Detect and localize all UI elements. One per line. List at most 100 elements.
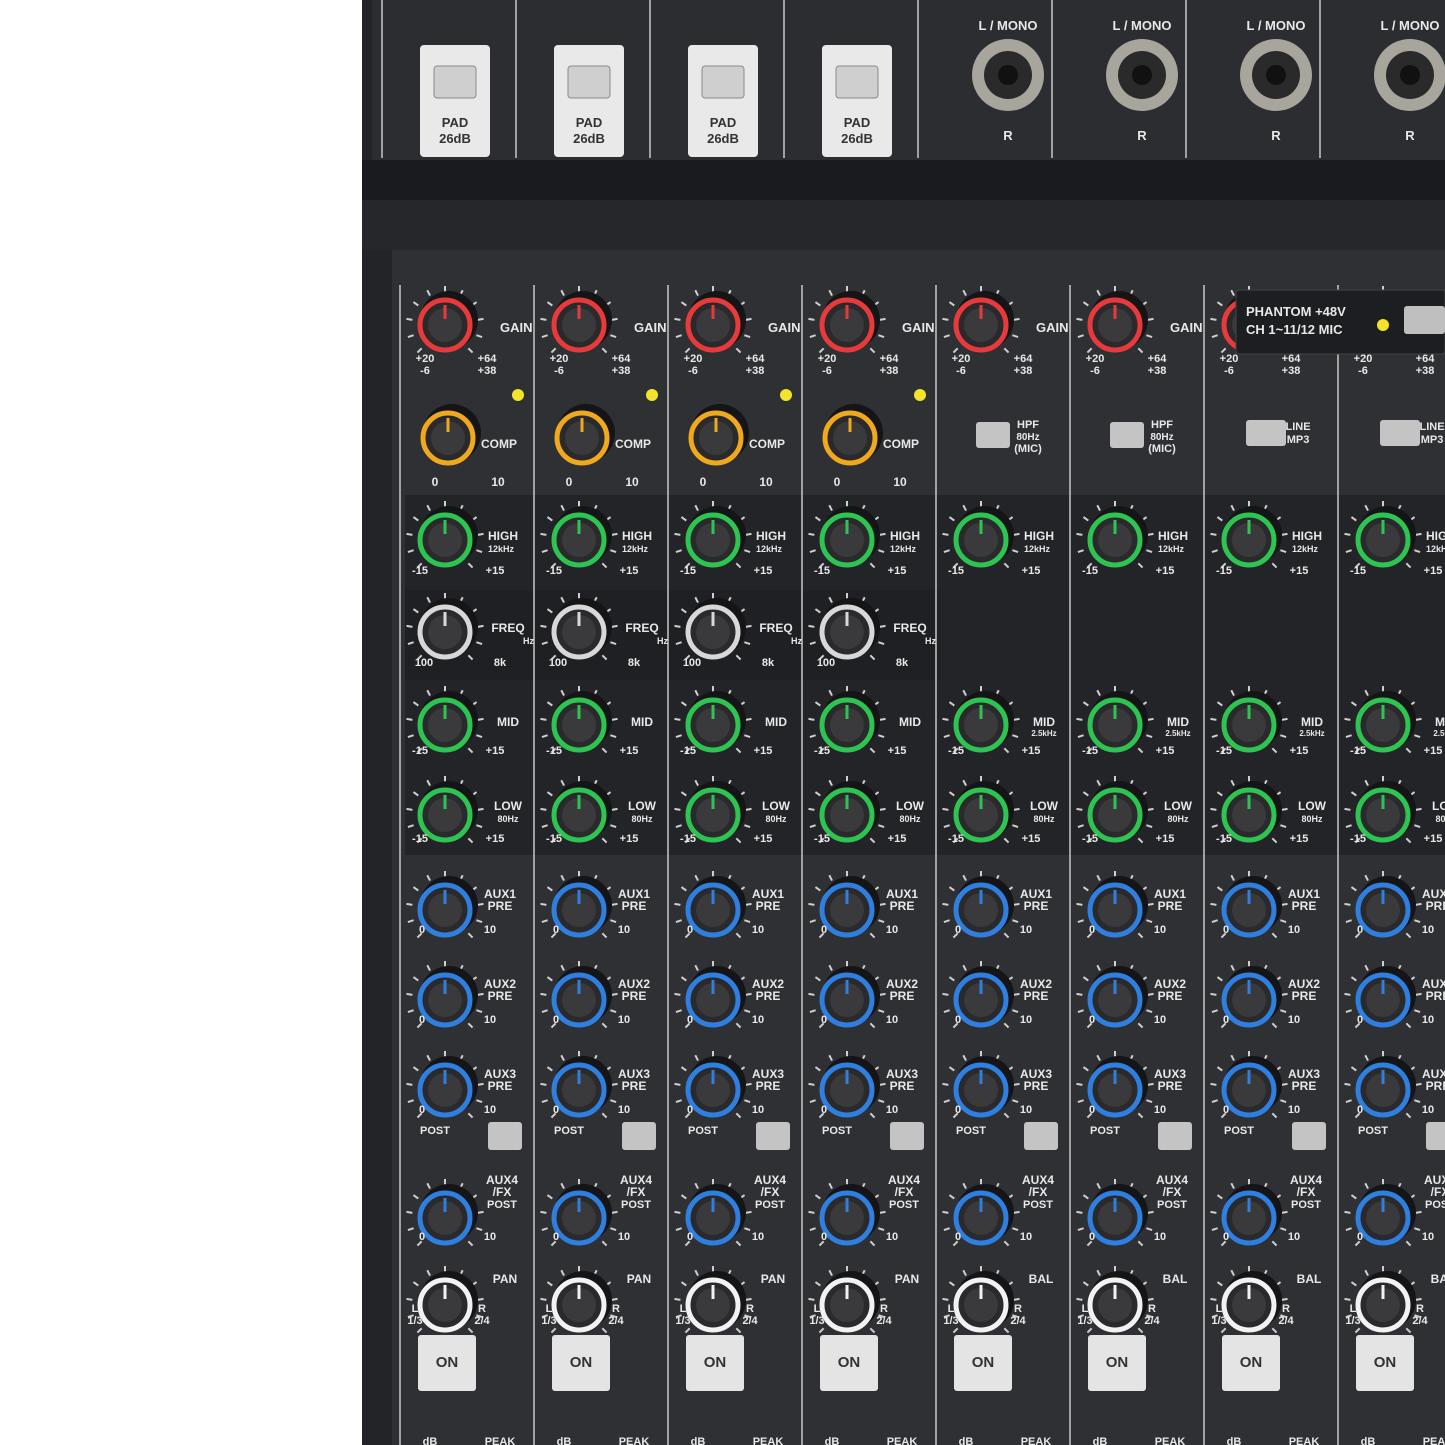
balance-knob-tick <box>1281 1297 1288 1301</box>
pad-value: 26dB <box>707 131 739 146</box>
pan-knob-tick <box>674 1297 681 1301</box>
aux1-pre-label: PRE <box>1024 899 1049 913</box>
aux4-fx-send-knob-tick <box>1147 1210 1154 1214</box>
post-switch[interactable] <box>1024 1122 1058 1150</box>
gain-min2: -6 <box>1090 365 1100 377</box>
pan-right2: 2/4 <box>742 1315 758 1327</box>
pan-left2: 1/3 <box>541 1315 556 1327</box>
meter-peak-label: PEAK <box>619 1436 650 1445</box>
hpf-switch[interactable] <box>1110 422 1144 448</box>
jack-label-r: R <box>1137 128 1147 143</box>
high-eq-knob-tick <box>808 532 815 536</box>
line-mp3-switch[interactable] <box>1246 420 1286 446</box>
gain-knob-tick <box>1076 317 1083 321</box>
gain-max2: +38 <box>1282 365 1301 377</box>
hpf-switch[interactable] <box>976 422 1010 448</box>
high-freq: 12kHz <box>890 544 917 554</box>
post-switch[interactable] <box>1158 1122 1192 1150</box>
low-max: +15 <box>620 833 639 845</box>
balance-knob-tick <box>1415 1297 1422 1301</box>
aux3-max: 10 <box>1422 1104 1434 1116</box>
aux3-min: 0 <box>687 1104 693 1116</box>
aux2-pre-label: PRE <box>1024 989 1049 1003</box>
gain-knob-tick <box>808 317 815 321</box>
aux2-send-knob-tick <box>1344 992 1351 996</box>
high-max: +15 <box>1424 565 1443 577</box>
mid-label: MID <box>497 715 519 729</box>
comp-led <box>512 389 524 401</box>
pan-right: R <box>746 1303 754 1315</box>
high-max: +15 <box>1156 565 1175 577</box>
line-mp3-switch[interactable] <box>1380 420 1420 446</box>
low-min: -15 <box>412 833 428 845</box>
aux4-fx-send-knob-tick <box>1013 1210 1020 1214</box>
mid-label: MID <box>899 715 921 729</box>
post-switch[interactable] <box>622 1122 656 1150</box>
pad-value: 26dB <box>439 131 471 146</box>
pad-button[interactable] <box>835 65 879 99</box>
aux1-send-knob-tick <box>1415 902 1422 906</box>
gain-max2: +38 <box>1014 365 1033 377</box>
mid-max: +15 <box>486 745 505 757</box>
post-switch[interactable] <box>488 1122 522 1150</box>
low-freq: 80Hz <box>1167 814 1189 824</box>
comp-min: 0 <box>700 475 707 489</box>
high-max: +15 <box>486 565 505 577</box>
mid-min: -15 <box>412 745 428 757</box>
pad-button[interactable] <box>567 65 611 99</box>
post-switch[interactable] <box>1426 1122 1445 1150</box>
aux3-pre-label: PRE <box>1158 1079 1183 1093</box>
aux3-min: 0 <box>1223 1104 1229 1116</box>
aux4-min: 0 <box>1089 1231 1095 1243</box>
post-switch[interactable] <box>890 1122 924 1150</box>
high-eq-knob-tick <box>1076 532 1083 536</box>
freq-label: FREQ <box>491 621 524 635</box>
low-freq: 80Hz <box>1435 814 1445 824</box>
pad-button[interactable] <box>701 65 745 99</box>
high-eq-knob-tick <box>1147 532 1154 536</box>
mid-eq-knob-tick <box>1076 717 1083 721</box>
comp-max: 10 <box>491 475 505 489</box>
bal-label: BAL <box>1431 1272 1445 1286</box>
bal-label: BAL <box>1029 1272 1054 1286</box>
aux4-max: 10 <box>1154 1231 1166 1243</box>
on-label: ON <box>972 1354 995 1371</box>
aux1-min: 0 <box>821 924 827 936</box>
aux4-max: 10 <box>1020 1231 1032 1243</box>
low-eq-knob-tick <box>1344 807 1351 811</box>
balance-knob-tick <box>1344 1297 1351 1301</box>
aux2-pre-label: PRE <box>756 989 781 1003</box>
post-switch[interactable] <box>1292 1122 1326 1150</box>
aux1-max: 10 <box>484 924 496 936</box>
low-min: -15 <box>546 833 562 845</box>
low-eq-knob-tick <box>808 807 815 811</box>
aux3-pre-label: PRE <box>1024 1079 1049 1093</box>
mid-max: +15 <box>1022 745 1041 757</box>
high-eq-knob-tick <box>745 532 752 536</box>
pad-button[interactable] <box>433 65 477 99</box>
aux1-send-knob-tick <box>879 902 886 906</box>
aux3-send-knob-tick <box>1147 1082 1154 1086</box>
aux1-send-knob-tick <box>1147 902 1154 906</box>
on-label: ON <box>1106 1354 1129 1371</box>
aux2-send-knob-tick <box>1076 992 1083 996</box>
post-switch[interactable] <box>756 1122 790 1150</box>
aux4-max: 10 <box>886 1231 898 1243</box>
aux3-send-knob-tick <box>808 1082 815 1086</box>
aux4-min: 0 <box>687 1231 693 1243</box>
aux4-min: 0 <box>1357 1231 1363 1243</box>
high-eq-knob-tick <box>477 532 484 536</box>
jack-core <box>1132 65 1152 85</box>
phantom-switch[interactable] <box>1404 306 1445 334</box>
line-label: LINE <box>1419 421 1444 433</box>
fx-label: /FX <box>1297 1185 1316 1199</box>
low-eq-knob-tick <box>1076 807 1083 811</box>
mid-max: +15 <box>888 745 907 757</box>
gain-max2: +38 <box>1416 365 1435 377</box>
high-label: HIGH <box>488 529 518 543</box>
fx-label: /FX <box>895 1185 914 1199</box>
post-label: POST <box>1090 1125 1120 1137</box>
jack-label-r: R <box>1003 128 1013 143</box>
mid-freq-knob-tick <box>611 624 618 628</box>
mid-max: +15 <box>754 745 773 757</box>
